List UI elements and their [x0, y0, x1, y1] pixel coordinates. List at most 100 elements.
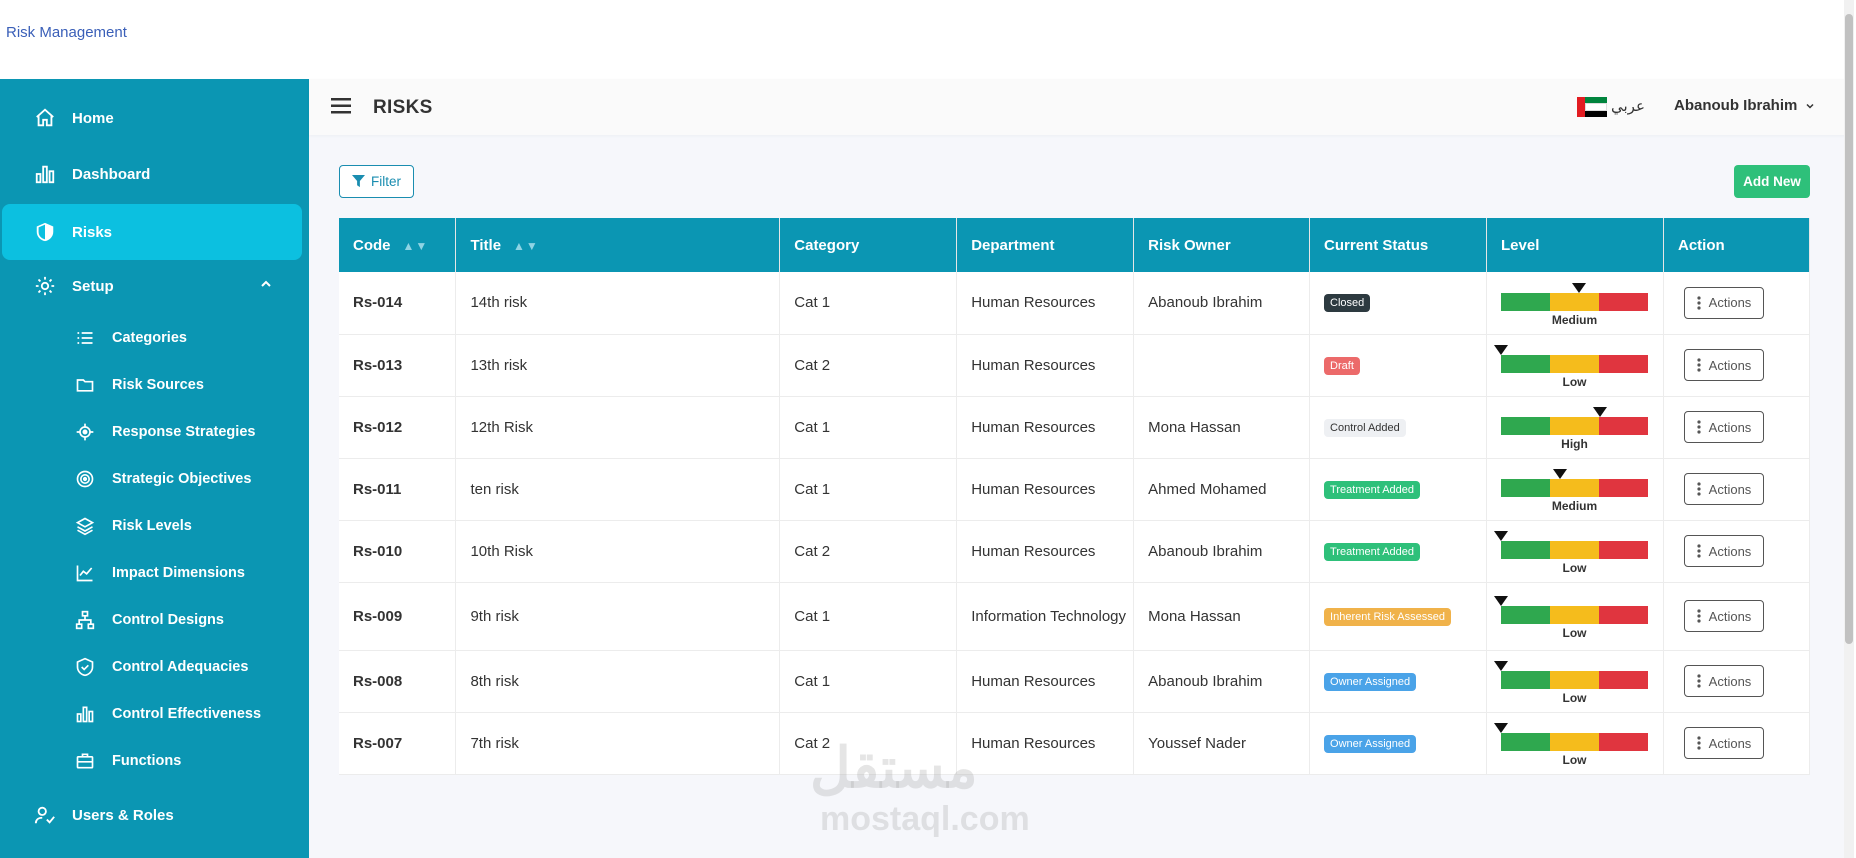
cell-level: Low — [1486, 650, 1664, 713]
sidebar-subitem-label: Functions — [112, 753, 182, 769]
level-bar — [1501, 733, 1649, 751]
sidebar-subitem-categories[interactable]: Categories — [74, 323, 187, 353]
status-badge: Draft — [1324, 356, 1360, 375]
sidebar-subitem-strategic-objectives[interactable]: Strategic Objectives — [74, 464, 251, 494]
column-header-level: Level — [1486, 218, 1664, 272]
table-row[interactable]: Rs-009 9th risk Cat 1 Information Technolog… — [339, 582, 1810, 651]
status-badge: Closed — [1324, 294, 1371, 313]
scrollbar-thumb[interactable] — [1845, 14, 1853, 644]
column-header-code[interactable]: Code ▲▼ — [339, 218, 457, 272]
actions-button[interactable]: Actions — [1684, 286, 1764, 319]
table-row[interactable]: Rs-007 7th risk Cat 2 Human Resources Yousse… — [339, 712, 1810, 775]
table-row[interactable]: Rs-011 ten risk Cat 1 Human Resources Ahmed … — [339, 458, 1810, 521]
table-header-row: Code ▲▼ Title ▲▼ Category Department Risk … — [339, 218, 1810, 272]
menu-icon[interactable] — [331, 97, 351, 115]
level-marker-icon — [1494, 531, 1509, 541]
actions-button[interactable]: Actions — [1684, 411, 1764, 443]
status-badge: Inherent Risk Assessed — [1324, 607, 1451, 626]
cell-owner — [1133, 334, 1311, 397]
cell-action: Actions — [1663, 712, 1810, 775]
actions-button[interactable]: Actions — [1684, 349, 1764, 381]
cell-title: 7th risk — [455, 712, 781, 775]
cell-action: Actions — [1663, 650, 1810, 713]
kebab-icon — [1697, 482, 1701, 496]
actions-label: Actions — [1708, 543, 1752, 559]
actions-button[interactable]: Actions — [1684, 473, 1764, 505]
language-switch[interactable]: عربي — [1611, 97, 1645, 115]
top-bar: RISKS عربي Abanoub Ibrahim — [309, 79, 1846, 135]
actions-button[interactable]: Actions — [1684, 535, 1764, 567]
actions-button[interactable]: Actions — [1684, 665, 1764, 697]
table-row[interactable]: Rs-013 13th risk Cat 2 Human Resources Draft… — [339, 334, 1810, 397]
risk-level-gauge: Medium — [1501, 469, 1649, 513]
cell-status: Treatment Added — [1309, 458, 1488, 521]
level-marker-icon — [1494, 345, 1509, 355]
sidebar-subitem-label: Risk Levels — [112, 518, 192, 534]
cell-level: Low — [1486, 582, 1664, 651]
user-menu[interactable]: Abanoub Ibrahim — [1674, 97, 1815, 114]
uae-flag-icon[interactable] — [1577, 97, 1607, 117]
cell-category: Cat 2 — [779, 712, 958, 775]
sidebar-subitem-control-designs[interactable]: Control Designs — [74, 605, 224, 635]
sidebar-subitem-risk-levels[interactable]: Risk Levels — [74, 511, 192, 541]
cell-code: Rs-012 — [339, 396, 457, 459]
sort-icon[interactable]: ▲▼ — [403, 239, 429, 253]
cell-action: Actions — [1663, 582, 1810, 651]
cell-code: Rs-011 — [339, 458, 457, 521]
level-bar — [1501, 606, 1649, 624]
risk-level-gauge: High — [1501, 407, 1649, 451]
sidebar-subitem-functions[interactable]: Functions — [74, 746, 181, 776]
cell-code: Rs-008 — [339, 650, 457, 713]
sidebar-item-setup[interactable]: Setup — [2, 258, 302, 314]
page-scrollbar[interactable] — [1844, 0, 1854, 858]
filter-button[interactable]: Filter — [339, 165, 414, 198]
sidebar-item-dashboard[interactable]: Dashboard — [2, 146, 302, 202]
sidebar-subitem-control-effectiveness[interactable]: Control Effectiveness — [74, 699, 261, 729]
level-marker-icon — [1592, 407, 1607, 417]
sitemap-icon — [74, 609, 96, 631]
sidebar-subitem-control-adequacies[interactable]: Control Adequacies — [74, 652, 248, 682]
table-row[interactable]: Rs-010 10th Risk Cat 2 Human Resources Abano… — [339, 520, 1810, 583]
kebab-icon — [1697, 544, 1701, 558]
cell-level: Low — [1486, 334, 1664, 397]
chevron-up-icon[interactable] — [260, 278, 272, 290]
filter-icon — [352, 175, 365, 188]
sidebar-subitem-risk-sources[interactable]: Risk Sources — [74, 370, 204, 400]
line-chart-icon — [74, 562, 96, 584]
column-header-title[interactable]: Title ▲▼ — [455, 218, 781, 272]
cell-department: Human Resources — [956, 272, 1135, 335]
sidebar-subitem-response-strategies[interactable]: Response Strategies — [74, 417, 255, 447]
cell-status: Treatment Added — [1309, 520, 1488, 583]
status-badge: Treatment Added — [1324, 542, 1421, 561]
app-title[interactable]: Risk Management — [6, 24, 127, 41]
level-marker-icon — [1552, 469, 1567, 479]
main-content: RISKS عربي Abanoub Ibrahim Filter Add Ne… — [309, 79, 1846, 858]
column-header-action: Action — [1663, 218, 1810, 272]
list-icon — [74, 327, 96, 349]
cell-action: Actions — [1663, 396, 1810, 459]
briefcase-icon — [74, 750, 96, 772]
level-bar — [1501, 417, 1649, 435]
add-new-button[interactable]: Add New — [1734, 165, 1810, 198]
actions-label: Actions — [1708, 735, 1752, 751]
actions-button[interactable]: Actions — [1684, 727, 1764, 759]
kebab-icon — [1697, 358, 1701, 372]
level-label: Low — [1562, 561, 1587, 575]
actions-button[interactable]: Actions — [1684, 600, 1764, 632]
sidebar-item-users-roles[interactable]: Users & Roles — [2, 787, 302, 843]
sort-icon[interactable]: ▲▼ — [513, 239, 539, 253]
cell-owner: Abanoub Ibrahim — [1133, 520, 1311, 583]
cell-level: High — [1486, 396, 1664, 459]
level-bar — [1501, 292, 1649, 311]
table-row[interactable]: Rs-008 8th risk Cat 1 Human Resources Abanou… — [339, 650, 1810, 713]
table-row[interactable]: Rs-012 12th Risk Cat 1 Human Resources Mona … — [339, 396, 1810, 459]
sidebar-subitem-impact-dimensions[interactable]: Impact Dimensions — [74, 558, 245, 588]
cell-owner: Abanoub Ibrahim — [1133, 650, 1311, 713]
risk-level-gauge: Low — [1494, 531, 1649, 575]
status-badge: Owner Assigned — [1324, 734, 1417, 753]
status-badge: Control Added — [1324, 418, 1406, 437]
sidebar-item-risks[interactable]: Risks — [2, 204, 302, 260]
sidebar-item-home[interactable]: Home — [2, 90, 302, 146]
user-name: Abanoub Ibrahim — [1674, 97, 1798, 114]
table-row[interactable]: Rs-014 14th risk Cat 1 Human Resources Abano… — [339, 272, 1810, 335]
